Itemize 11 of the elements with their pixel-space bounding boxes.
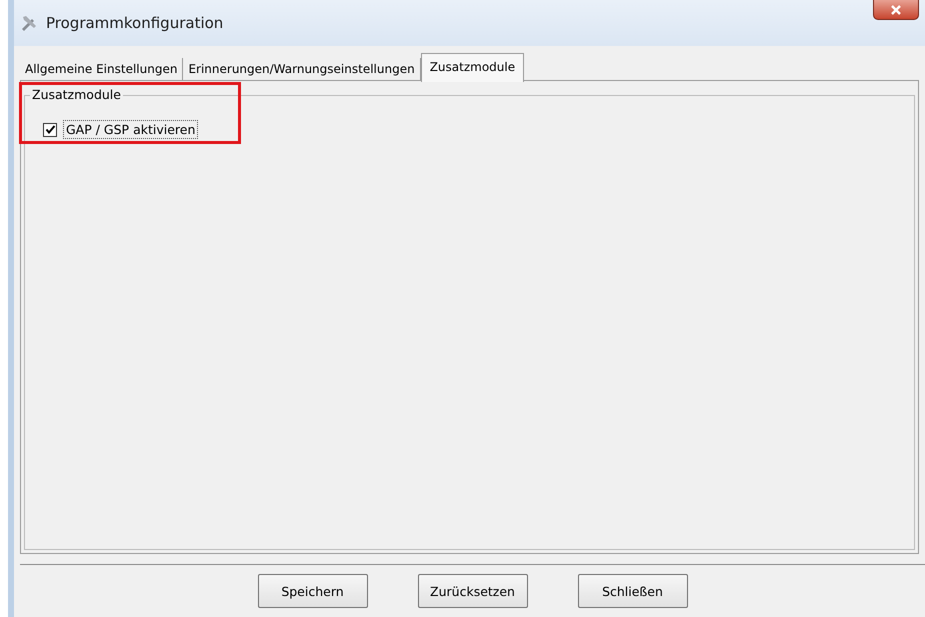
- dialog-button[interactable]: Speichern: [258, 574, 368, 608]
- checkbox[interactable]: [43, 122, 57, 136]
- close-icon: [890, 4, 902, 16]
- dialog-button[interactable]: Zurücksetzen: [418, 574, 528, 608]
- checkbox-label[interactable]: GAP / GSP aktivieren: [63, 120, 198, 139]
- tools-icon: [20, 14, 38, 32]
- close-button[interactable]: [873, 0, 919, 20]
- window-title: Programmkonfiguration: [46, 14, 224, 32]
- dialog-button[interactable]: Schließen: [578, 574, 688, 608]
- tab[interactable]: Zusatzmodule: [420, 53, 524, 82]
- group-title: Zusatzmodule: [30, 87, 123, 102]
